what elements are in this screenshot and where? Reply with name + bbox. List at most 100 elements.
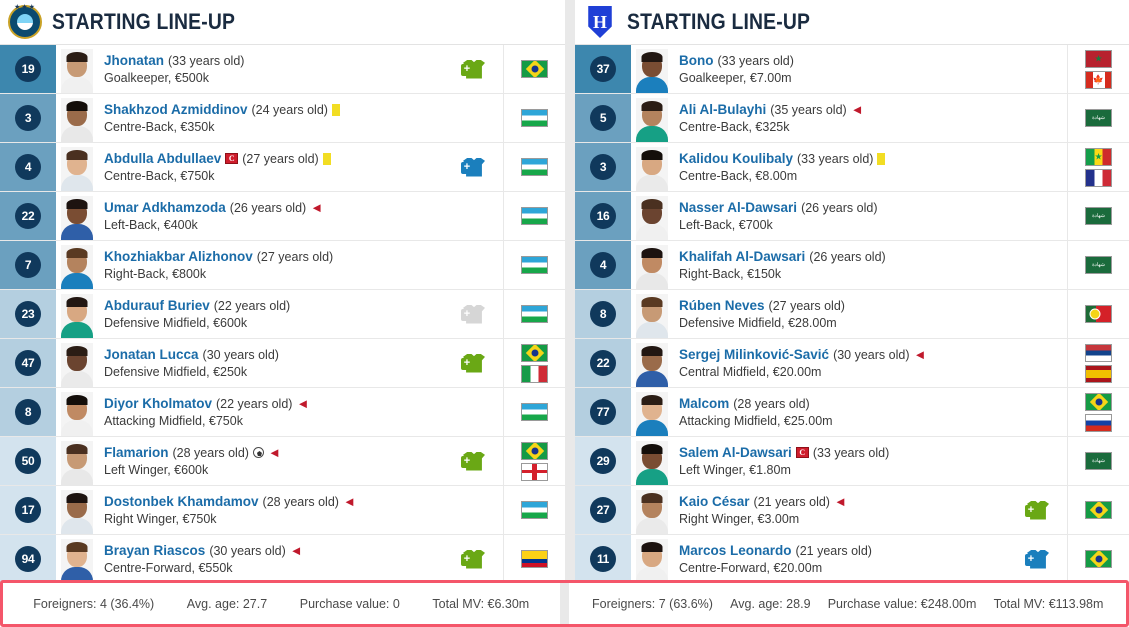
player-name-link[interactable]: Abdulla Abdullaev [104,151,221,167]
player-name-link[interactable]: Jhonatan [104,53,164,69]
player-row[interactable]: 22 Umar Adkhamzoda (26 years old) ◄ Left-Bac… [0,192,565,241]
player-photo[interactable] [631,437,669,485]
player-photo[interactable] [631,388,669,436]
player-photo[interactable] [631,192,669,240]
player-age: (30 years old) [209,543,286,558]
player-name-link[interactable]: Sergej Milinković-Savić [679,347,829,363]
player-name-link[interactable]: Bono [679,53,714,69]
player-name-link[interactable]: Diyor Kholmatov [104,396,212,412]
substitution-icon-cell [443,388,503,436]
photo-body [61,77,93,93]
player-name-link[interactable]: Jonatan Lucca [104,347,199,363]
player-number-badge: 8 [15,399,41,425]
player-photo[interactable] [631,241,669,289]
player-row[interactable]: 8 Diyor Kholmatov (22 years old) ◄ Attacking… [0,388,565,437]
substitute-in-green-icon[interactable]: + [1025,500,1049,521]
player-row[interactable]: 19 Jhonatan (33 years old) Goalkeeper, €500… [0,45,565,94]
player-name-link[interactable]: Abdurauf Buriev [104,298,210,314]
player-row[interactable]: 17 Dostonbek Khamdamov (28 years old) ◄ Righ… [0,486,565,535]
crest-shield-icon: H [588,6,612,38]
player-name-link[interactable]: Kaio César [679,494,750,510]
player-photo[interactable] [56,192,94,240]
player-row[interactable]: 3 Shakhzod Azmiddinov (24 years old) Centre… [0,94,565,143]
player-info: Marcos Leonardo (21 years old) Centre-Forw… [669,535,1007,583]
player-name-link[interactable]: Brayan Riascos [104,543,205,559]
player-name-link[interactable]: Malcom [679,396,729,412]
player-row[interactable]: 27 Kaio César (21 years old) ◄ Right Winger,… [575,486,1129,535]
player-nationality-cell [503,339,565,387]
player-photo[interactable] [631,290,669,338]
player-name-link[interactable]: Shakhzod Azmiddinov [104,102,248,118]
player-name-link[interactable]: Ali Al-Bulayhi [679,102,766,118]
player-name-line: Diyor Kholmatov (22 years old) ◄ [104,396,443,412]
player-row[interactable]: 4 Abdulla Abdullaev C (27 years old) Centre-… [0,143,565,192]
player-name-link[interactable]: Marcos Leonardo [679,543,792,559]
substitute-in-blue-icon[interactable]: + [461,157,485,178]
player-photo[interactable] [56,437,94,485]
france-flag [1085,168,1112,187]
photo-body [636,518,668,534]
player-photo[interactable] [56,388,94,436]
player-photo[interactable] [56,535,94,583]
substitute-in-grey-icon[interactable]: + [461,304,485,325]
italy-flag [521,364,548,383]
player-row[interactable]: 22 Sergej Milinković-Savić (30 years old) ◄… [575,339,1129,388]
player-photo[interactable] [631,339,669,387]
player-photo[interactable] [56,290,94,338]
brazil-flag [521,60,548,78]
player-name-link[interactable]: Rúben Neves [679,298,765,314]
player-photo[interactable] [631,45,669,93]
player-row[interactable]: 50 Flamarion (28 years old) ◄ Left Winger, €… [0,437,565,486]
player-row[interactable]: 23 Abdurauf Buriev (22 years old) Defensive… [0,290,565,339]
player-info: Flamarion (28 years old) ◄ Left Winger, €60… [94,437,443,485]
player-row[interactable]: 8 Rúben Neves (27 years old) Defensive Midf… [575,290,1129,339]
player-row[interactable]: 16 Nasser Al-Dawsari (26 years old) Left-Ba… [575,192,1129,241]
player-row[interactable]: 37 Bono (33 years old) Goalkeeper, €7.00m [575,45,1129,94]
player-name-link[interactable]: Nasser Al-Dawsari [679,200,797,216]
player-photo[interactable] [56,45,94,93]
player-photo[interactable] [631,535,669,583]
player-photo[interactable] [56,143,94,191]
player-name-link[interactable]: Kalidou Koulibaly [679,151,793,167]
substitute-in-blue-icon[interactable]: + [1025,549,1049,570]
player-row[interactable]: 3 Kalidou Koulibaly (33 years old) Centre-B… [575,143,1129,192]
player-name-link[interactable]: Dostonbek Khamdamov [104,494,259,510]
player-row[interactable]: 94 Brayan Riascos (30 years old) ◄ Centre-Fo… [0,535,565,584]
player-photo[interactable] [631,143,669,191]
substitution-icon-cell: + [443,437,503,485]
player-row[interactable]: 29 Salem Al-Dawsari C (33 years old) Left Wi… [575,437,1129,486]
player-name-link[interactable]: Flamarion [104,445,169,461]
player-photo[interactable] [631,94,669,142]
player-photo[interactable] [56,241,94,289]
crest-inner-icon [16,13,34,31]
player-info: Malcom (28 years old) Attacking Midfield, … [669,388,1007,436]
player-name-link[interactable]: Salem Al-Dawsari [679,445,792,461]
player-number-cell: 8 [575,290,631,338]
player-position-value: Centre-Back, €350k [104,119,215,134]
brazil-flag [521,343,548,362]
player-row[interactable]: 5 Ali Al-Bulayhi (35 years old) ◄ Centre-Bac… [575,94,1129,143]
substitute-in-green-icon[interactable]: + [461,549,485,570]
player-info: Kaio César (21 years old) ◄ Right Winger, €… [669,486,1007,534]
player-age: (30 years old) [833,347,910,362]
player-row[interactable]: 4 Khalifah Al-Dawsari (26 years old) Right-… [575,241,1129,290]
player-photo[interactable] [631,486,669,534]
player-name-link[interactable]: Khalifah Al-Dawsari [679,249,805,265]
photo-hair [641,542,663,552]
player-position-value: Defensive Midfield, €28.00m [679,315,837,330]
player-age: (30 years old) [202,347,279,362]
player-photo[interactable] [56,486,94,534]
player-row[interactable]: 47 Jonatan Lucca (30 years old) Defensive M… [0,339,565,388]
player-name-link[interactable]: Khozhiakbar Alizhonov [104,249,253,265]
player-row[interactable]: 7 Khozhiakbar Alizhonov (27 years old) Righ… [0,241,565,290]
player-name-link[interactable]: Umar Adkhamzoda [104,200,226,216]
photo-hair [66,52,88,62]
substitute-in-green-icon[interactable]: + [461,451,485,472]
player-photo[interactable] [56,94,94,142]
player-name-line: Khalifah Al-Dawsari (26 years old) [679,249,1007,265]
player-photo[interactable] [56,339,94,387]
player-row[interactable]: 77 Malcom (28 years old) Attacking Midfield… [575,388,1129,437]
substitute-in-green-icon[interactable]: + [461,59,485,80]
player-row[interactable]: 11 Marcos Leonardo (21 years old) Centre-Fo… [575,535,1129,584]
substitute-in-green-icon[interactable]: + [461,353,485,374]
